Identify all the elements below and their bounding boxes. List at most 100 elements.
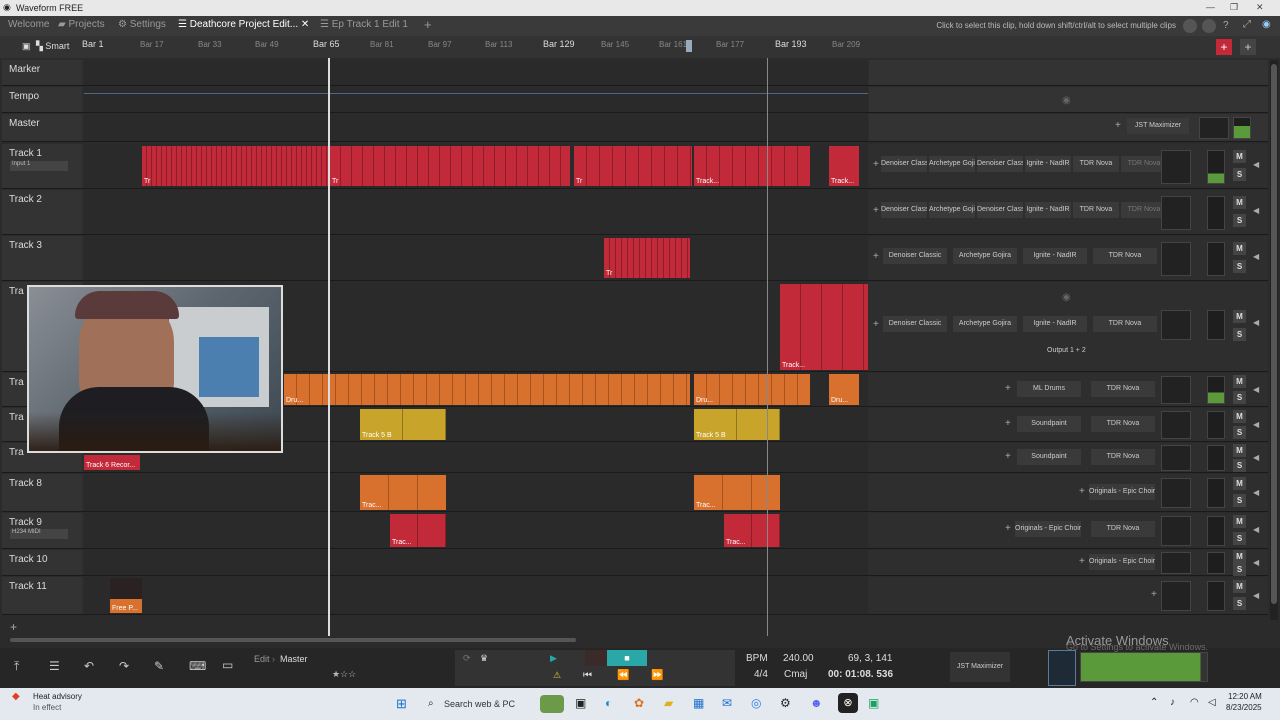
track-8[interactable]: Trac... Trac... + Originals - Epic Choir… (2, 474, 1268, 512)
add-plugin-icon[interactable]: + (873, 205, 879, 216)
waveform-app-icon[interactable]: ⊗ (838, 693, 858, 713)
keyboard-icon[interactable]: ⌨ (189, 659, 206, 673)
discord-icon[interactable]: ☻ (810, 696, 823, 710)
weather-title[interactable]: Heat advisory (33, 692, 82, 701)
windows-start-icon[interactable]: ⊞ (396, 696, 407, 712)
track-route-icon[interactable]: ◀ (1253, 206, 1259, 215)
track-3[interactable]: Tr + Denoiser Classic Archetype Gojira I… (2, 236, 1268, 281)
mute-button[interactable]: M (1233, 375, 1246, 388)
plugin-denoiser[interactable]: Denoiser Classic (881, 156, 927, 172)
io-slot[interactable] (1161, 376, 1191, 404)
solo-button[interactable]: S (1233, 391, 1246, 404)
midi-clip[interactable]: Trac... (360, 475, 446, 510)
plugin-chip[interactable]: JST Maximizer (950, 652, 1010, 682)
add-plugin-icon[interactable]: + (1005, 523, 1011, 534)
solo-button[interactable]: S (1233, 426, 1246, 439)
plugin-tdr-nova[interactable]: TDR Nova (1073, 202, 1119, 218)
export-icon[interactable]: ⤒ (14, 659, 19, 674)
io-slot[interactable] (1161, 411, 1191, 439)
undo-icon[interactable]: ↶ (84, 659, 94, 673)
timeline[interactable] (84, 190, 868, 234)
plugin-denoiser[interactable]: Denoiser Classic (883, 248, 947, 264)
vertical-scrollbar[interactable] (1270, 60, 1278, 620)
mic-icon[interactable]: ♪ (1170, 697, 1175, 708)
plugin-tdr-nova[interactable]: TDR Nova (1093, 316, 1157, 332)
track-input-label[interactable]: Input 1 (10, 161, 68, 171)
plugin-tdr-nova[interactable]: TDR Nova (1091, 381, 1155, 397)
plugin-tdr-nova[interactable]: TDR Nova (1091, 521, 1155, 537)
timeline[interactable]: Trac... Trac... (84, 513, 868, 548)
plugin-tdr-nova[interactable]: TDR Nova (1093, 248, 1157, 264)
plugin-denoiser[interactable]: Denoiser Classic (977, 202, 1023, 218)
tempo-lane[interactable]: ◉ Tempo (2, 87, 1268, 113)
solo-button[interactable]: S (1233, 494, 1246, 507)
obs-icon[interactable]: ▣ (868, 696, 879, 710)
timeline[interactable] (84, 550, 868, 575)
plugin-denoiser[interactable]: Denoiser Classic (883, 316, 947, 332)
menu-icon[interactable]: ☰ (49, 659, 60, 673)
view-icon[interactable]: ◉ (1262, 19, 1271, 30)
edge-icon[interactable]: ◐ (605, 696, 612, 710)
taskbar-time[interactable]: 12:20 AM (1228, 692, 1262, 701)
marker-lane[interactable]: Marker (2, 60, 1268, 86)
mute-button[interactable]: M (1233, 410, 1246, 423)
add-tab-icon[interactable]: + (424, 17, 432, 33)
mute-button[interactable]: M (1233, 550, 1246, 563)
breadcrumb-master[interactable]: Master (280, 654, 308, 664)
timeline-ruler[interactable]: ▣ ▚ Smart Bar 1 Bar 17 Bar 33 Bar 49 Bar… (0, 36, 870, 58)
audio-clip[interactable]: Tr (330, 146, 570, 186)
mute-button[interactable]: M (1233, 242, 1246, 255)
midi-clip[interactable]: Trac... (724, 514, 780, 547)
plugin-originals-choir[interactable]: Originals - Epic Choir (1089, 554, 1155, 570)
audio-clip[interactable]: Tr (142, 146, 328, 186)
plugin-soundpaint[interactable]: Soundpaint (1017, 416, 1081, 432)
track-route-icon[interactable]: ◀ (1253, 420, 1259, 429)
fullscreen-icon[interactable]: ⤢ (1243, 19, 1251, 30)
plugin-denoiser[interactable]: Denoiser Classic (977, 156, 1023, 172)
plugin-soundpaint[interactable]: Soundpaint (1017, 449, 1081, 465)
tab-deathcore-project[interactable]: ☰ Deathcore Project Edit... ✕ (178, 19, 309, 35)
io-slot[interactable] (1161, 478, 1191, 508)
loop-icon[interactable]: ⟳ (463, 653, 471, 664)
track-route-icon[interactable]: ◀ (1253, 488, 1259, 497)
network-icon[interactable]: ◠ (1190, 697, 1199, 708)
plugin-tdr-nova[interactable]: TDR Nova (1091, 449, 1155, 465)
solo-button[interactable]: S (1233, 459, 1246, 472)
plugin-archetype[interactable]: Archetype Gojira (929, 202, 975, 218)
solo-button[interactable]: S (1233, 532, 1246, 545)
mute-button[interactable]: M (1233, 477, 1246, 490)
snap-icon[interactable]: ▣ (22, 41, 31, 52)
add-plugin-icon[interactable]: + (1115, 120, 1121, 131)
search-icon[interactable]: ⌕ (428, 698, 434, 709)
timeline[interactable]: Tr Tr Tr Track... Track... (84, 144, 868, 188)
add-plugin-icon[interactable]: + (1005, 451, 1011, 462)
time-signature[interactable]: 4/4 (754, 669, 768, 680)
rating-stars[interactable]: ★☆☆ (332, 669, 356, 680)
track-route-icon[interactable]: ◀ (1253, 453, 1259, 462)
track-1[interactable]: Tr Tr Tr Track... Track... + Denoiser Cl… (2, 144, 1268, 189)
timeline[interactable]: Trac... Trac... (84, 474, 868, 511)
add-plugin-icon[interactable]: + (873, 319, 879, 330)
add-track-button[interactable]: + (1240, 39, 1256, 55)
solo-button[interactable]: S (1233, 563, 1246, 576)
mute-button[interactable]: M (1233, 444, 1246, 457)
plugin-jst-maximizer[interactable]: JST Maximizer (1127, 118, 1189, 134)
volume-icon[interactable]: ◁ (1208, 697, 1216, 708)
midi-clip[interactable]: Free P... (110, 578, 142, 613)
taskbar-app-icon[interactable] (540, 695, 564, 713)
file-explorer-icon[interactable]: ▰ (664, 696, 673, 710)
solo-button[interactable]: S (1233, 597, 1246, 610)
key-signature[interactable]: Cmaj (784, 669, 807, 680)
monitor-icon[interactable]: ▭ (222, 658, 233, 672)
midi-clip[interactable]: Dru... (829, 374, 859, 405)
plugin-originals-choir[interactable]: Originals - Epic Choir (1089, 484, 1155, 500)
rewind-icon[interactable]: ⏪ (617, 670, 629, 681)
midi-clip[interactable]: Trac... (390, 514, 446, 547)
horizontal-scrollbar[interactable] (10, 638, 576, 642)
io-slot[interactable] (1161, 242, 1191, 276)
io-slot[interactable] (1161, 516, 1191, 546)
timeline[interactable]: Tr (84, 236, 868, 280)
tray-chevron-icon[interactable]: ⌃ (1150, 697, 1158, 708)
track-input-label[interactable]: H234 MIDI (10, 529, 68, 539)
audio-clip[interactable]: Tr (604, 238, 690, 278)
